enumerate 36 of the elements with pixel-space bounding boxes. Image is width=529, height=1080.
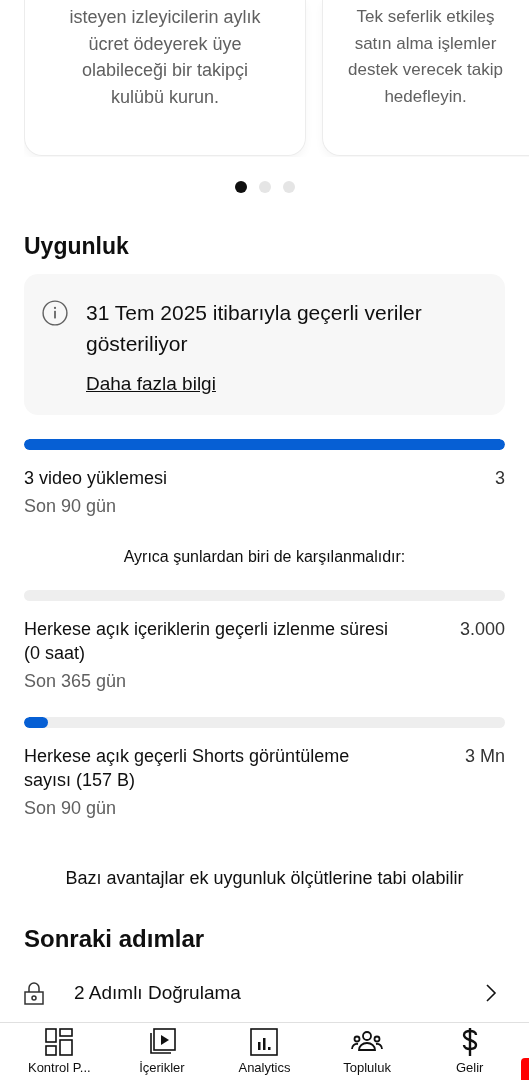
requirement-label: 3 video yüklemesi	[24, 467, 169, 490]
nav-tab[interactable]: Kontrol P...	[8, 1023, 111, 1080]
requirement-period: Son 365 gün	[24, 670, 128, 693]
people-icon	[351, 1030, 384, 1054]
requirement-note: Ayrıca şunlardan biri de karşılanmalıdır:	[122, 548, 407, 566]
nav-tab[interactable]: Topluluk	[315, 1023, 419, 1080]
requirement-target: 3 Mn	[464, 745, 505, 768]
eligibility-note: Bazı avantajlar ek uygunluk ölçütlerine tabi olabilir	[64, 868, 465, 889]
video-library-icon	[147, 1028, 176, 1056]
promo-card[interactable]: isteyen izleyicilerin aylık ücret ödeyerek üye olabileceği bir takipçi kulübü kurun.	[24, 0, 306, 156]
nav-tab[interactable]: Gelir	[418, 1023, 521, 1080]
page-dot[interactable]	[282, 181, 295, 193]
requirement-target: 3	[495, 467, 505, 490]
lock-icon	[24, 981, 44, 1005]
notice-text: 31 Tem 2025 itibarıyla geçerli veriler gösteriliyor	[86, 300, 423, 357]
learn-more-link[interactable]: Daha fazla bilgi	[86, 373, 216, 395]
page-dot[interactable]	[258, 181, 271, 193]
nav-tab[interactable]: Analytics	[213, 1023, 316, 1080]
requirement-target: 3.000	[459, 618, 505, 641]
promo-card[interactable]: Tek seferlik etkileş satın alma işlemler destek verecek takip hedefleyin.	[322, 0, 529, 156]
card-description: Tek seferlik etkileş satın alma işlemler destek verecek takip hedefleyin.	[347, 6, 504, 108]
page-dot[interactable]	[234, 181, 247, 193]
section-heading: Uygunluk	[24, 233, 130, 260]
nav-tab[interactable]: İçerikler	[110, 1023, 214, 1080]
card-description: isteyen izleyicilerin aylık ücret ödeyerek üye olabileceği bir takipçi kulübü kurun.	[69, 6, 261, 109]
scroll-indicator	[521, 1058, 529, 1080]
dashboard-icon	[45, 1028, 74, 1056]
bar-chart-icon	[250, 1028, 279, 1056]
requirement-period: Son 90 gün	[24, 797, 118, 820]
requirement-label: Herkese açık içeriklerin geçerli izlenme süresi (0 saat)	[24, 618, 390, 665]
info-icon	[42, 300, 68, 326]
chevron-right-icon	[485, 983, 497, 1003]
section-heading: Sonraki adımlar	[24, 925, 206, 953]
requirement-label: Herkese açık geçerli Shorts görüntüleme sayısı (157 B)	[24, 745, 351, 792]
requirement-period: Son 90 gün	[24, 495, 118, 518]
next-step-item[interactable]: 2 Adımlı Doğrulama	[24, 981, 505, 1005]
